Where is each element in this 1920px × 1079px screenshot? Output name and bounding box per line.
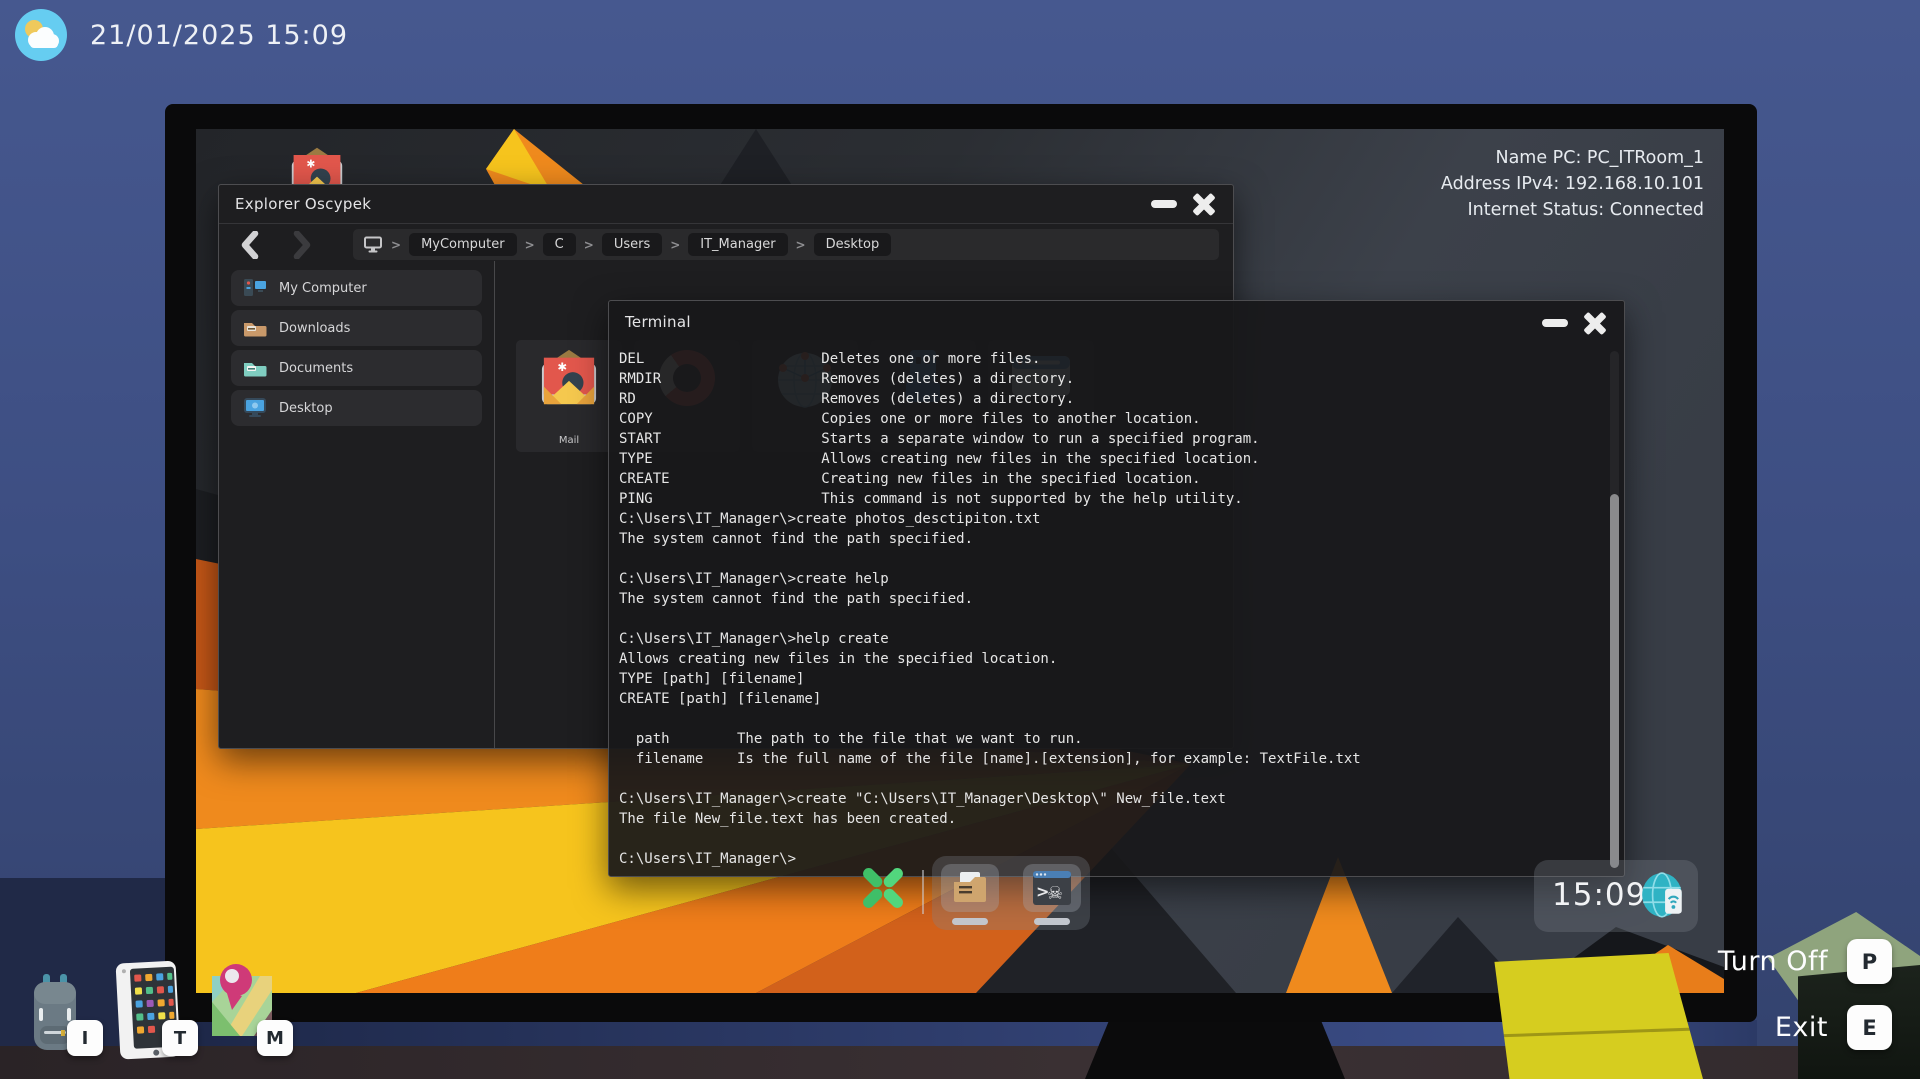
start-button[interactable] [856,860,910,916]
inventory-key-badge: I [67,1020,103,1056]
taskbar-clock-group: 15:09 [1534,860,1698,932]
breadcrumb-itmanager[interactable]: IT_Manager [688,233,787,256]
hud-datetime: 21/01/2025 15:09 [14,8,348,62]
pc-name: Name PC: PC_ITRoom_1 [1441,145,1704,171]
computer-icon [243,278,267,298]
key-letter: M [266,1028,284,1049]
chevron-right-icon: > [670,238,680,252]
file-tile-mail[interactable]: ✱ Mail [516,340,622,452]
taskbar-clock: 15:09 [1552,877,1646,913]
breadcrumb-users[interactable]: Users [602,233,662,256]
taskbar-separator [922,870,924,914]
close-icon[interactable] [1191,191,1217,217]
pc-info-panel: Name PC: PC_ITRoom_1 Address IPv4: 192.1… [1441,145,1704,223]
explorer-titlebar[interactable]: Explorer Oscypek [219,185,1233,224]
sidebar-label: Downloads [279,321,350,336]
breadcrumb: > MyComputer > C > Users > IT_Manager > … [353,229,1219,260]
terminal-titlebar[interactable]: Terminal [609,301,1624,345]
chevron-right-icon: > [525,238,535,252]
taskbar-app-group: > ☠ [932,856,1090,930]
sidebar-item-my-computer[interactable]: My Computer [231,270,482,306]
terminal-output[interactable]: DEL Deletes one or more files. RMDIR Rem… [609,345,1606,876]
taskbar-file-explorer-button[interactable] [941,864,999,912]
room-scene: ✱ Name PC: PC_ITRoom_1 Address IPv4: 192… [0,0,1920,1079]
key-letter: T [174,1028,186,1049]
explorer-title: Explorer Oscypek [235,195,371,213]
sidebar-label: My Computer [279,281,367,296]
breadcrumb-c[interactable]: C [543,233,576,256]
sun-cloud-icon [14,8,68,62]
minimize-button[interactable] [1151,200,1177,208]
svg-text:☠: ☠ [1047,883,1063,904]
key-letter: I [82,1028,89,1049]
sidebar-label: Documents [279,361,353,376]
pc-internet-status: Internet Status: Connected [1441,197,1704,223]
open-window-indicator [1034,918,1070,925]
sidebar-item-documents[interactable]: Documents [231,350,482,386]
breadcrumb-desktop[interactable]: Desktop [814,233,892,256]
folder-icon [951,871,989,905]
svg-text:✱: ✱ [306,158,315,171]
exit-button[interactable]: Exit [1775,1012,1828,1043]
turn-off-button[interactable]: Turn Off [1718,946,1828,977]
forward-button[interactable] [289,231,315,259]
taskbar-terminal-button[interactable]: > ☠ [1023,864,1081,912]
os-screen: ✱ Name PC: PC_ITRoom_1 Address IPv4: 192… [196,129,1724,993]
monitor-stand [1085,1022,1345,1079]
map-key-badge: M [257,1020,293,1056]
monitor-icon [363,236,383,253]
open-window-indicator [952,918,988,925]
terminal-title: Terminal [625,313,691,331]
close-icon[interactable] [1582,310,1608,336]
sidebar-item-downloads[interactable]: Downloads [231,310,482,346]
sticky-note [1488,953,1703,1079]
globe-router-icon[interactable] [1639,871,1687,921]
chevron-right-icon: > [391,238,401,252]
sidebar-item-desktop[interactable]: Desktop [231,390,482,426]
breadcrumb-mycomputer[interactable]: MyComputer [409,233,517,256]
sidebar-label: Desktop [279,401,333,416]
green-clover-icon [861,866,906,911]
hud-date-text: 21/01/2025 15:09 [90,20,348,51]
mail-bomb-icon: ✱ [538,348,600,406]
back-button[interactable] [237,231,263,259]
tablet-key-badge: T [162,1020,198,1056]
explorer-sidebar: My Computer Downloads Documents [219,261,494,748]
downloads-folder-icon [243,318,267,338]
pc-ip: Address IPv4: 192.168.10.101 [1441,171,1704,197]
turn-off-key-badge: P [1847,939,1892,984]
terminal-window[interactable]: Terminal DEL Deletes one or more files. … [608,300,1625,877]
scrollbar-thumb[interactable] [1610,494,1619,868]
file-label: Mail [516,435,622,446]
exit-key-badge: E [1847,1005,1892,1050]
documents-folder-icon [243,358,267,378]
key-letter: E [1862,1016,1876,1040]
skull-terminal-icon: > ☠ [1032,870,1072,906]
desktop-monitor-icon [243,398,267,418]
chevron-right-icon: > [796,238,806,252]
key-letter: P [1862,950,1877,974]
svg-text:✱: ✱ [557,360,567,374]
minimize-button[interactable] [1542,319,1568,327]
chevron-right-icon: > [584,238,594,252]
